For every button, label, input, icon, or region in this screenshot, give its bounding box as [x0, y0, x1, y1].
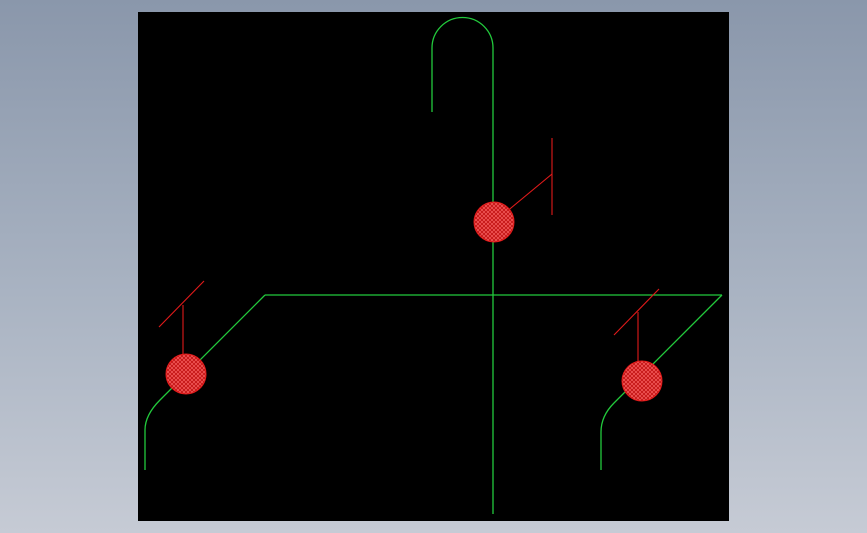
rebar-drawing — [144, 16, 723, 514]
left-bar-section[interactable] — [165, 353, 207, 395]
right-leader-diagonal — [613, 288, 660, 336]
model-viewer-background: { "viewer": { "background_color": "#0000… — [0, 0, 867, 533]
right-bar-section[interactable] — [621, 360, 663, 402]
top-hook-bar[interactable] — [431, 16, 494, 514]
left-bent-bar[interactable] — [144, 294, 266, 470]
left-leader-diagonal — [158, 280, 205, 328]
top-bar-section[interactable] — [473, 201, 515, 243]
